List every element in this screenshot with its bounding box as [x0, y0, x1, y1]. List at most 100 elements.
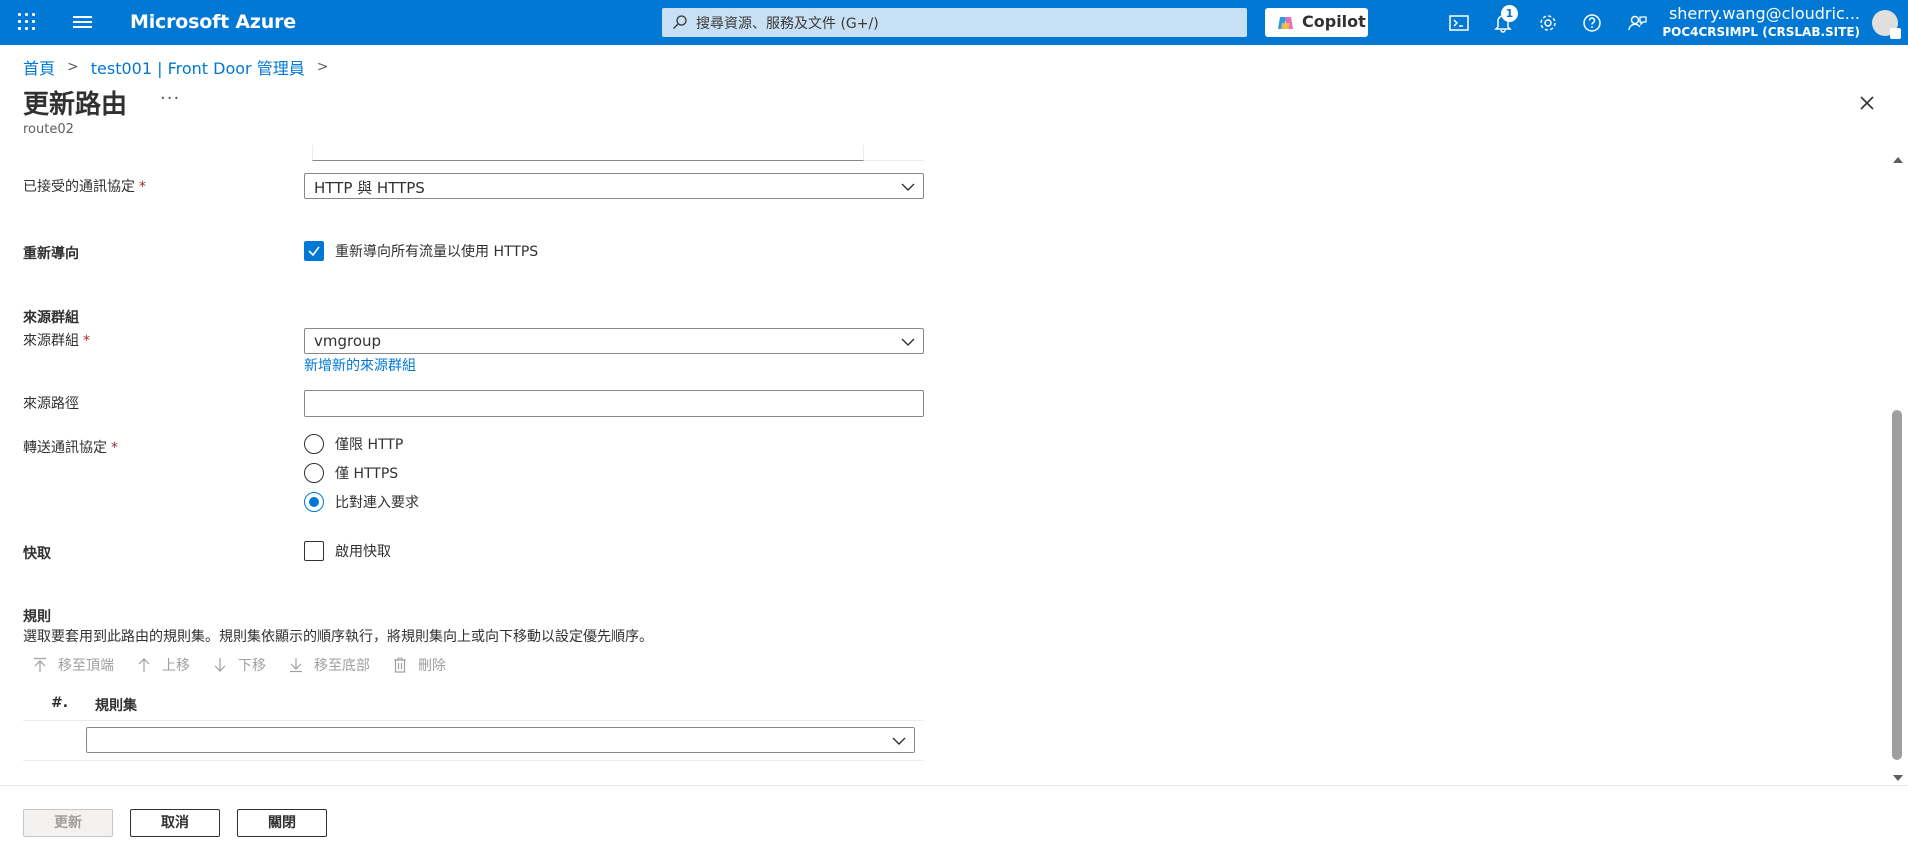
checkmark-icon	[308, 246, 320, 257]
cloud-shell-icon[interactable]	[1446, 10, 1472, 36]
move-to-top-label: 移至頂端	[58, 658, 114, 674]
global-search-input[interactable]: 搜尋資源、服務及文件 (G+/)	[662, 8, 1247, 37]
move-to-top-button[interactable]: 移至頂端	[32, 655, 114, 675]
form-scrollbar[interactable]	[1889, 153, 1906, 785]
forwarding-https-only-option[interactable]: 僅 HTTPS	[304, 463, 398, 483]
copilot-label: Copilot	[1302, 12, 1366, 31]
feedback-icon[interactable]	[1624, 10, 1650, 36]
chevron-down-icon	[901, 183, 915, 191]
trash-icon	[394, 657, 406, 673]
chevron-right-icon: >	[67, 59, 79, 75]
chevron-right-icon: >	[316, 59, 329, 75]
clipped-field	[312, 145, 864, 161]
forwarding-http-only-radio[interactable]	[304, 434, 324, 454]
delete-button[interactable]: 刪除	[392, 655, 446, 675]
move-to-bottom-button[interactable]: 移至底部	[288, 655, 370, 675]
origin-group-dropdown[interactable]: vmgroup	[304, 328, 924, 354]
column-number: #.	[51, 695, 69, 711]
required-marker: *	[139, 179, 146, 195]
column-rule-set: 規則集	[95, 698, 137, 714]
portal-menu-icon[interactable]	[70, 13, 94, 33]
copilot-button[interactable]: Copilot	[1265, 8, 1368, 37]
move-to-top-icon	[34, 657, 46, 672]
add-origin-group-link[interactable]: 新增新的來源群組	[304, 355, 416, 375]
help-icon[interactable]	[1579, 10, 1605, 36]
app-launcher-icon[interactable]	[16, 11, 38, 33]
enable-caching-checkbox[interactable]	[304, 541, 324, 561]
forwarding-protocol-label-text: 轉送通訊協定	[23, 440, 107, 456]
forwarding-match-request-label: 比對連入要求	[335, 495, 419, 511]
forwarding-match-request-radio[interactable]	[304, 492, 324, 512]
page-title: 更新路由	[23, 90, 128, 120]
update-button[interactable]: 更新	[23, 809, 113, 837]
delete-label: 刪除	[418, 658, 446, 674]
close-icon[interactable]	[1856, 92, 1878, 114]
scrollbar-thumb[interactable]	[1892, 410, 1902, 760]
move-down-button[interactable]: 下移	[212, 655, 266, 675]
page-subtitle: route02	[23, 122, 74, 137]
avatar[interactable]	[1872, 10, 1901, 39]
move-down-label: 下移	[238, 658, 266, 674]
required-marker: *	[83, 333, 90, 349]
redirect-https-checkbox-row[interactable]: 重新導向所有流量以使用 HTTPS	[304, 241, 538, 261]
table-row	[23, 721, 923, 761]
notification-count-badge: 1	[1501, 5, 1518, 22]
accepted-protocols-label-text: 已接受的通訊協定	[23, 179, 135, 195]
redirect-label: 重新導向	[23, 246, 79, 262]
forwarding-https-only-label: 僅 HTTPS	[335, 466, 399, 482]
chevron-down-icon	[901, 338, 915, 346]
arrow-up-icon	[138, 658, 150, 672]
top-bar: Microsoft Azure 搜尋資源、服務及文件 (G+/) Copilot…	[0, 0, 1908, 45]
rules-grid-header: #. 規則集	[23, 687, 923, 721]
search-placeholder: 搜尋資源、服務及文件 (G+/)	[696, 16, 879, 32]
forwarding-http-only-label: 僅限 HTTP	[335, 437, 404, 453]
breadcrumb: 首頁 > test001 | Front Door 管理員 >	[23, 55, 340, 79]
rules-toolbar: 移至頂端 上移 下移 移至底部 刪除	[32, 655, 468, 675]
accepted-protocols-value: HTTP 與 HTTPS	[314, 179, 425, 197]
enable-caching-label: 啟用快取	[335, 544, 391, 560]
scroll-down-icon[interactable]	[1893, 775, 1903, 781]
accepted-protocols-label: 已接受的通訊協定 *	[23, 176, 146, 196]
move-up-label: 上移	[162, 658, 190, 674]
origin-path-label: 來源路徑	[23, 396, 79, 412]
breadcrumb-front-door[interactable]: test001 | Front Door 管理員	[91, 55, 305, 79]
arrow-down-icon	[214, 658, 226, 672]
clipped-divider	[864, 145, 924, 161]
scroll-up-icon[interactable]	[1893, 157, 1903, 163]
redirect-https-checkbox[interactable]	[304, 241, 324, 261]
forwarding-protocol-label: 轉送通訊協定 *	[23, 437, 118, 457]
rules-section-title: 規則	[23, 609, 51, 625]
origin-group-section-title: 來源群組	[23, 310, 79, 326]
chevron-down-icon	[892, 737, 906, 745]
cancel-button[interactable]: 取消	[130, 809, 220, 837]
more-options-icon[interactable]: ···	[160, 88, 180, 109]
lock-icon	[1890, 28, 1901, 39]
breadcrumb-home[interactable]: 首頁	[23, 55, 55, 79]
origin-group-label-text: 來源群組	[23, 333, 79, 349]
accepted-protocols-dropdown[interactable]: HTTP 與 HTTPS	[304, 173, 924, 199]
user-tenant: POC4CRSIMPL (CRSLAB.SITE)	[1662, 25, 1860, 39]
footer-divider	[0, 785, 1908, 786]
search-icon	[673, 15, 687, 29]
account-menu[interactable]: sherry.wang@cloudric... POC4CRSIMPL (CRS…	[1662, 4, 1860, 40]
required-marker: *	[111, 440, 118, 456]
origin-group-label: 來源群組 *	[23, 330, 90, 350]
move-to-bottom-label: 移至底部	[314, 658, 370, 674]
move-to-bottom-icon	[290, 658, 302, 673]
move-up-button[interactable]: 上移	[136, 655, 190, 675]
origin-path-input[interactable]	[304, 390, 924, 417]
settings-gear-icon[interactable]	[1535, 10, 1561, 36]
forwarding-https-only-radio[interactable]	[304, 463, 324, 483]
user-name: sherry.wang@cloudric...	[1668, 4, 1860, 23]
redirect-https-label: 重新導向所有流量以使用 HTTPS	[335, 244, 539, 260]
enable-caching-checkbox-row[interactable]: 啟用快取	[304, 541, 391, 561]
forwarding-http-only-option[interactable]: 僅限 HTTP	[304, 434, 403, 454]
caching-label: 快取	[23, 546, 51, 562]
brand-title[interactable]: Microsoft Azure	[130, 11, 296, 33]
forwarding-match-request-option[interactable]: 比對連入要求	[304, 492, 419, 512]
route-form: 已接受的通訊協定 * HTTP 與 HTTPS 重新導向 重新導向所有流量以使用 …	[0, 145, 1890, 785]
close-button[interactable]: 關閉	[237, 809, 327, 837]
rule-set-dropdown[interactable]	[86, 727, 915, 753]
copilot-icon	[1278, 17, 1293, 29]
rules-description: 選取要套用到此路由的規則集。規則集依顯示的順序執行，將規則集向上或向下移動以設定…	[23, 629, 653, 645]
